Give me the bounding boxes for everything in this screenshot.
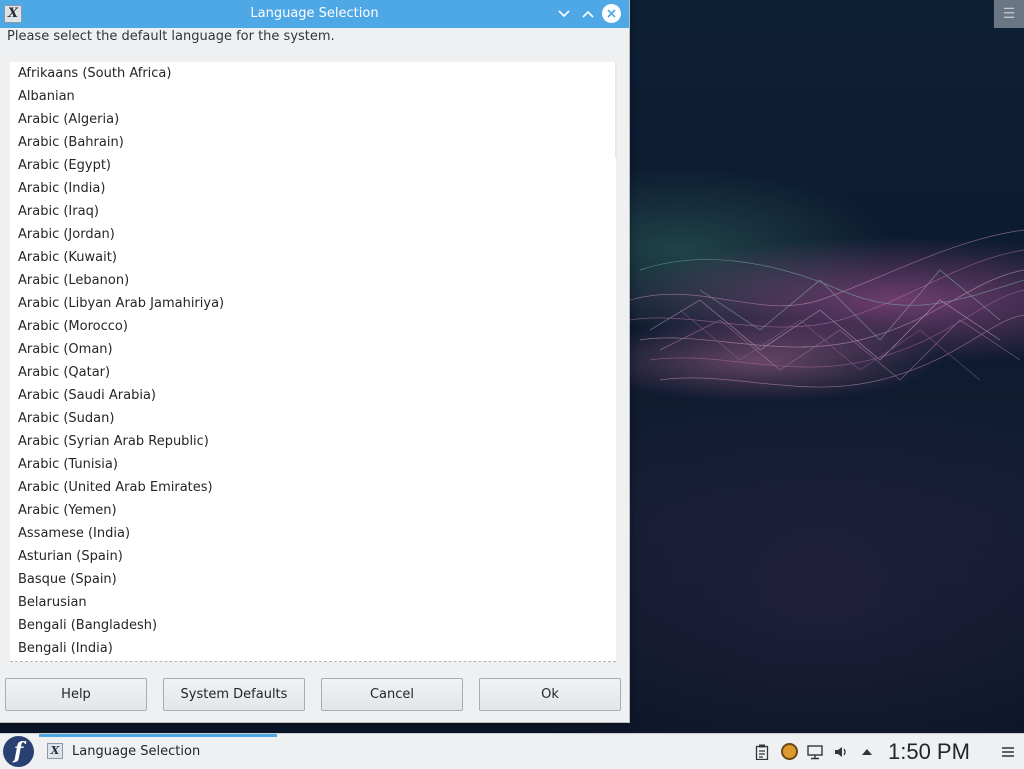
language-list-item[interactable]: Arabic (Jordan)	[10, 223, 616, 246]
clipboard-icon[interactable]	[752, 734, 772, 769]
titlebar[interactable]: X Language Selection	[0, 0, 629, 28]
language-list-item[interactable]: Afrikaans (South Africa)	[10, 62, 616, 85]
desktop-menu-icon[interactable]: ☰	[994, 0, 1024, 28]
language-list-item[interactable]: Arabic (Algeria)	[10, 108, 616, 131]
window-title: Language Selection	[250, 6, 379, 21]
language-list-item[interactable]: Arabic (Tunisia)	[10, 453, 616, 476]
language-list-item[interactable]: Belarusian	[10, 591, 616, 614]
language-selection-dialog: X Language Selection Please select the d…	[0, 0, 630, 723]
language-list-item[interactable]: Bengali (India)	[10, 637, 616, 660]
clock[interactable]: 1:50 PM	[888, 734, 970, 769]
list-scrollbar[interactable]	[615, 62, 617, 158]
button-row: Help System Defaults Cancel Ok	[0, 678, 629, 712]
cancel-button[interactable]: Cancel	[321, 678, 463, 711]
language-list-item[interactable]: Arabic (Egypt)	[10, 154, 616, 177]
language-list-item[interactable]: Arabic (Morocco)	[10, 315, 616, 338]
language-list-item[interactable]: Arabic (Libyan Arab Jamahiriya)	[10, 292, 616, 315]
language-list-item[interactable]: Arabic (Saudi Arabia)	[10, 384, 616, 407]
x-app-icon: X	[47, 743, 63, 759]
language-list-item[interactable]: Bengali (Bangladesh)	[10, 614, 616, 637]
language-list-item[interactable]: Arabic (Syrian Arab Republic)	[10, 430, 616, 453]
taskbar: f X Language Selection 1:50 PM	[0, 733, 1024, 769]
language-list-item[interactable]: Arabic (India)	[10, 177, 616, 200]
update-icon[interactable]	[779, 734, 799, 769]
expand-tray-icon[interactable]	[857, 734, 877, 769]
fedora-launcher-icon[interactable]: f	[3, 736, 34, 767]
prompt-text: Please select the default language for t…	[7, 29, 335, 44]
taskbar-task-language-selection[interactable]: X Language Selection	[39, 734, 277, 769]
language-list-item[interactable]: Arabic (United Arab Emirates)	[10, 476, 616, 499]
language-list-item[interactable]: Assamese (India)	[10, 522, 616, 545]
language-list-item[interactable]: Arabic (Oman)	[10, 338, 616, 361]
system-defaults-button[interactable]: System Defaults	[163, 678, 305, 711]
language-list-item[interactable]: Arabic (Sudan)	[10, 407, 616, 430]
maximize-icon[interactable]	[578, 4, 598, 24]
help-button[interactable]: Help	[5, 678, 147, 711]
language-list-item[interactable]: Arabic (Bahrain)	[10, 131, 616, 154]
language-list-item[interactable]: Albanian	[10, 85, 616, 108]
language-list[interactable]: Afrikaans (South Africa) Albanian Arabic (…	[10, 62, 616, 662]
menu-icon[interactable]	[998, 734, 1018, 769]
ok-button[interactable]: Ok	[479, 678, 621, 711]
volume-icon[interactable]	[831, 734, 851, 769]
language-list-item[interactable]: Arabic (Lebanon)	[10, 269, 616, 292]
minimize-icon[interactable]	[554, 4, 574, 24]
language-list-item[interactable]: Basque (Spain)	[10, 568, 616, 591]
language-list-item[interactable]: Arabic (Kuwait)	[10, 246, 616, 269]
language-list-item[interactable]: Arabic (Yemen)	[10, 499, 616, 522]
network-icon[interactable]	[805, 734, 825, 769]
task-label: Language Selection	[72, 744, 201, 759]
language-list-item[interactable]: Arabic (Qatar)	[10, 361, 616, 384]
language-list-item[interactable]: Asturian (Spain)	[10, 545, 616, 568]
language-list-item[interactable]: Arabic (Iraq)	[10, 200, 616, 223]
close-icon[interactable]	[602, 4, 621, 23]
